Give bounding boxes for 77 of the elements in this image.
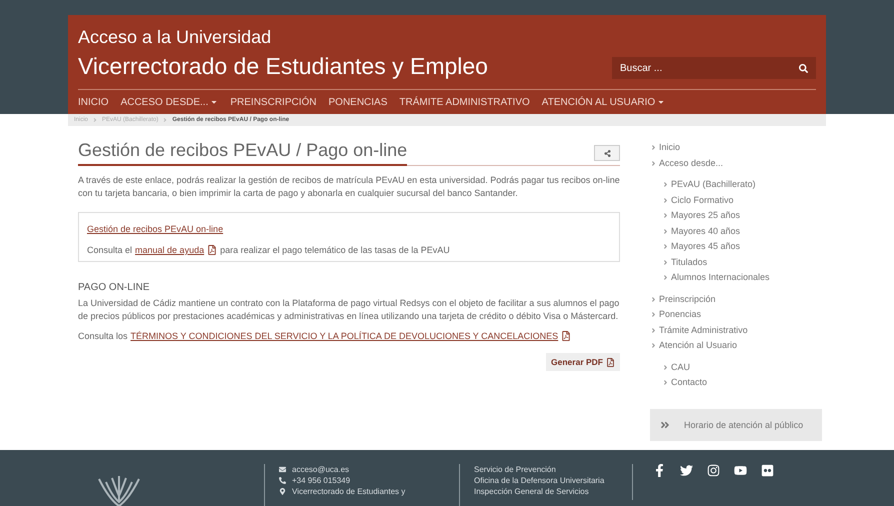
- nav-link[interactable]: ACCESO DESDE...: [120, 96, 218, 108]
- sidebar-link[interactable]: Mayores 40 años: [671, 224, 740, 239]
- sidebar-link[interactable]: Acceso desde...: [659, 156, 724, 171]
- youtube-icon[interactable]: [734, 464, 747, 477]
- twitter-icon[interactable]: [680, 464, 693, 477]
- chevron-icon: [662, 243, 669, 250]
- footer-link[interactable]: Servicio de Prevención: [474, 464, 632, 475]
- share-icon: [604, 150, 610, 156]
- help-text: Consulta el: [87, 245, 132, 255]
- contact-link[interactable]: +34 956 015349: [292, 475, 350, 486]
- pdf-icon: [561, 331, 572, 341]
- section-paragraph: La Universidad de Cádiz mantiene un contrato con la Plataforma de pago virtual Redsys con el objeto de facilitar a sus alumnos el pago de precios públicos por prestaciones académicas y administrativas en línea utilizando una tarjeta de crédito o débito Visa o Mástercard.: [78, 297, 620, 323]
- caret-icon: [210, 98, 218, 106]
- instagram-icon[interactable]: [707, 464, 720, 477]
- intro-paragraph: A través de este enlace, podrás realizar la gestión de recibos de matrícula PEvAU en esta universidad. Podrás pagar tus recibos on-line con tu tarjeta bancaria, o bien imprimir la carta de pago y abonarla en cualquier sucursal del banco Santander.: [78, 174, 620, 200]
- sidebar-link[interactable]: Trámite Administrativo: [659, 322, 748, 338]
- double-chevron-icon: [660, 420, 670, 430]
- share-button[interactable]: [594, 145, 620, 161]
- chevron-icon: [662, 274, 669, 282]
- site-subtitle: Vicerrectorado de Estudiantes y Empleo: [78, 52, 488, 81]
- site-title: Acceso a la Universidad: [78, 26, 272, 49]
- chevron-icon: [662, 364, 669, 371]
- sidebar-link[interactable]: Preinscripción: [659, 292, 716, 307]
- nav-link[interactable]: PREINSCRIPCIÓN: [230, 96, 316, 108]
- chevron-icon: [650, 296, 657, 303]
- contact-link[interactable]: Vicerrectorado de Estudiantes y: [292, 486, 406, 497]
- caret-icon: [657, 98, 666, 106]
- search-input[interactable]: Buscar ...: [620, 62, 799, 74]
- chevron-icon: [650, 144, 657, 152]
- chevron-icon: [650, 311, 657, 318]
- facebook-icon[interactable]: [653, 464, 666, 477]
- generate-pdf-button[interactable]: Generar PDF: [546, 353, 620, 371]
- chevron-icon: [662, 196, 669, 204]
- receipts-link[interactable]: Gestión de recibos PEvAU on-line: [87, 224, 224, 234]
- chevron-icon: [650, 342, 657, 350]
- chevron-icon: [662, 212, 669, 220]
- sidebar-link[interactable]: Mayores 25 años: [671, 208, 740, 224]
- opening-hours-button[interactable]: Horario de atención al público: [650, 408, 822, 440]
- nav-link[interactable]: INICIO: [78, 96, 109, 108]
- map-pin-icon: [279, 488, 286, 495]
- manual-link[interactable]: manual de ayuda: [135, 245, 204, 255]
- sidebar-link[interactable]: Titulados: [671, 254, 708, 270]
- footer-link[interactable]: Inspección General de Servicios: [474, 486, 632, 497]
- pdf-icon: [606, 358, 615, 366]
- sidebar-link[interactable]: Contacto: [671, 375, 708, 390]
- terms-link[interactable]: TÉRMINOS Y CONDICIONES DEL SERVICIO Y LA POLÍTICA DE DEVOLUCIONES Y CANCELACIONES: [130, 331, 558, 341]
- chevron-icon: [662, 181, 669, 188]
- sidebar-link[interactable]: Alumnos Internacionales: [671, 270, 770, 286]
- sidebar-link[interactable]: Ponencias: [659, 307, 702, 322]
- pdf-icon: [207, 245, 218, 255]
- nav-link[interactable]: ATENCIÓN AL USUARIO: [542, 96, 666, 108]
- chevron-icon: [662, 379, 669, 386]
- chevron-icon: [662, 228, 669, 235]
- nav-link[interactable]: TRÁMITE ADMINISTRATIVO: [399, 96, 530, 108]
- chevron-icon: [92, 117, 98, 123]
- terms-text: Consulta los: [78, 331, 128, 341]
- page-title: Gestión de recibos PEvAU / Pago on-line: [78, 140, 408, 166]
- flickr-icon[interactable]: [761, 464, 774, 477]
- chevron-icon: [662, 258, 669, 266]
- nav-link[interactable]: PONENCIAS: [328, 96, 388, 108]
- help-text: para realizar el pago telemático de las tasas de la PEvAU: [220, 245, 450, 255]
- sidebar-link[interactable]: Inicio: [659, 140, 680, 156]
- search-icon[interactable]: [799, 64, 808, 72]
- sidebar-link[interactable]: Ciclo Formativo: [671, 192, 734, 208]
- envelope-icon: [279, 466, 286, 473]
- contact-link[interactable]: acceso@uca.es: [292, 464, 350, 475]
- phone-icon: [279, 477, 286, 484]
- sidebar-link[interactable]: Mayores 45 años: [671, 239, 740, 254]
- sidebar-link[interactable]: Atención al Usuario: [659, 338, 738, 354]
- search-field[interactable]: Buscar ...: [612, 57, 816, 79]
- sidebar-link[interactable]: PEvAU (Bachillerato): [671, 177, 756, 192]
- section-heading: PAGO ON-LINE: [78, 282, 150, 293]
- sidebar-link[interactable]: CAU: [671, 360, 690, 375]
- chevron-icon: [650, 326, 657, 334]
- footer-link[interactable]: Oficina de la Defensora Universitaria: [474, 475, 632, 486]
- chevron-icon: [650, 160, 657, 167]
- chevron-icon: [162, 117, 168, 123]
